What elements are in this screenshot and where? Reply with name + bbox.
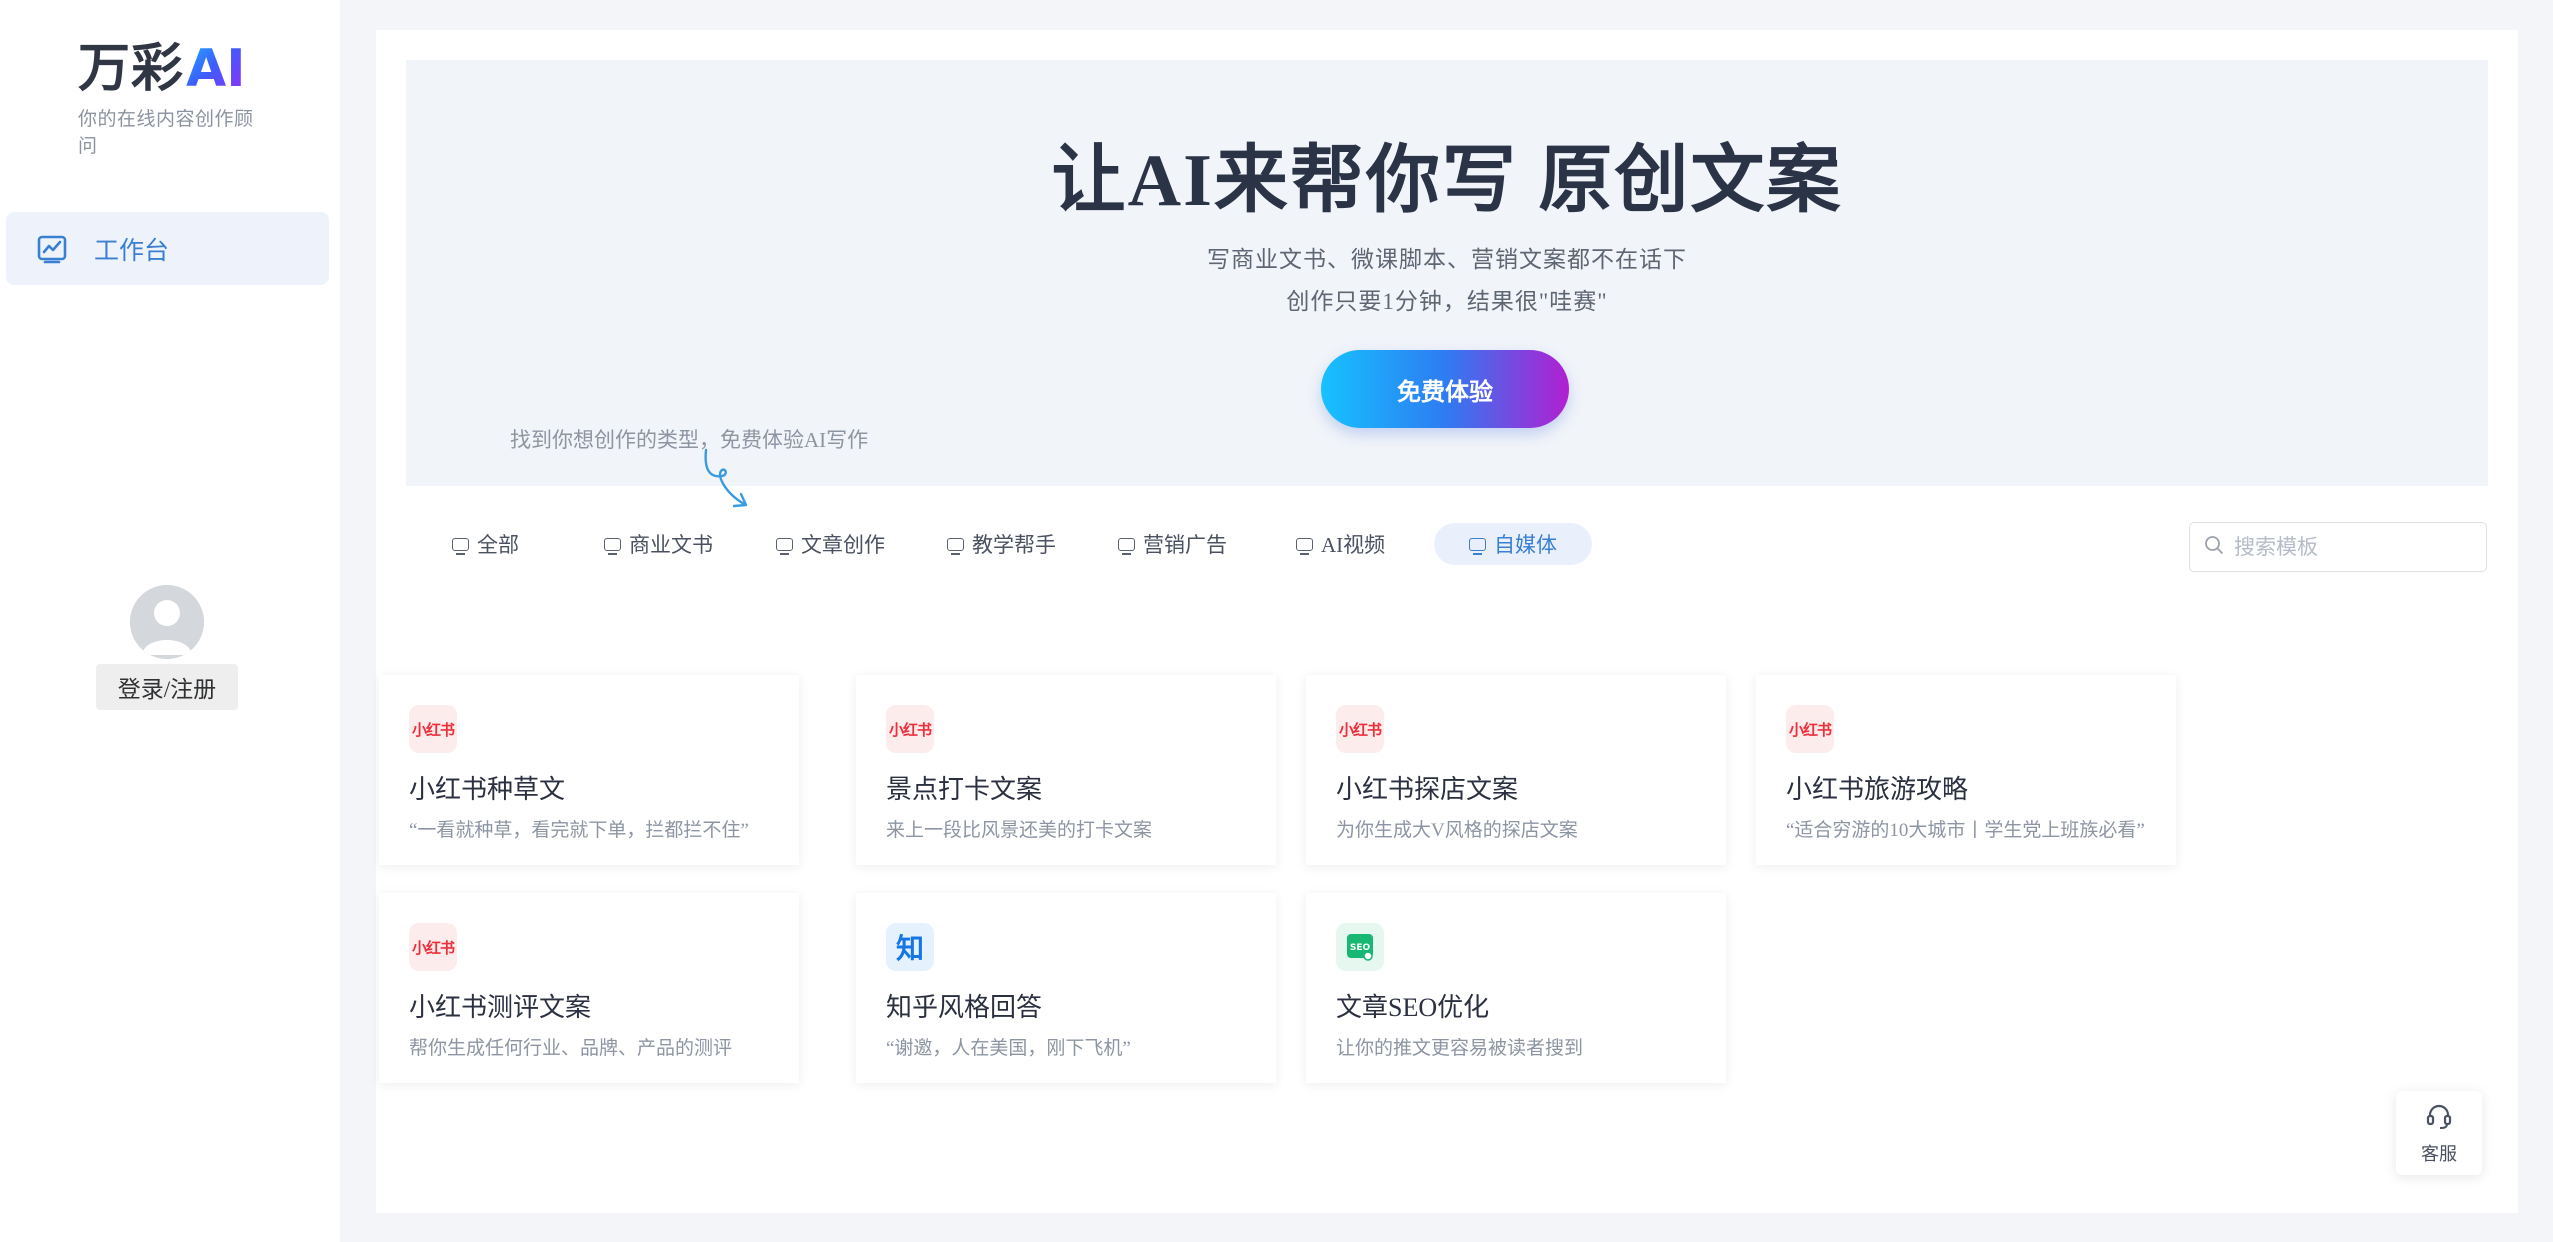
monitor-icon xyxy=(776,537,793,555)
sidebar-item-workbench[interactable]: 工作台 xyxy=(6,212,329,285)
free-trial-button[interactable]: 免费体验 xyxy=(1321,350,1569,428)
tab-ai-video[interactable]: AI视频 xyxy=(1280,523,1401,565)
template-card[interactable]: SEO 文章SEO优化 让你的推文更容易被读者搜到 xyxy=(1306,893,1726,1083)
hero-title: 让AI来帮你写 原创文案 xyxy=(1051,140,1843,222)
monitor-icon xyxy=(1296,537,1313,555)
card-description: 帮你生成任何行业、品牌、产品的测评 xyxy=(409,1038,733,1059)
hero-subtitle-line1: 写商业文书、微课脚本、营销文案都不在话下 xyxy=(1207,247,1687,272)
seo-icon: SEO xyxy=(1336,923,1384,971)
card-description: “适合穷游的10大城市丨学生党上班族必看” xyxy=(1786,820,2145,841)
tab-marketing-ads[interactable]: 营销广告 xyxy=(1102,523,1243,565)
xiaohongshu-icon: 小红书 xyxy=(1786,705,1834,753)
curved-arrow-icon xyxy=(702,448,752,515)
login-register-button[interactable]: 登录/注册 xyxy=(96,664,238,710)
headset-icon xyxy=(2424,1101,2454,1136)
tab-label: AI视频 xyxy=(1321,533,1386,557)
tab-label: 全部 xyxy=(477,533,519,557)
sidebar: 万彩 AI 你的在线内容创作顾问 工作台 登录/注册 xyxy=(0,0,340,1242)
tab-label: 文章创作 xyxy=(801,533,885,557)
monitor-icon xyxy=(452,537,469,555)
card-description: “谢邀，人在美国，刚下飞机” xyxy=(886,1038,1131,1059)
sidebar-item-label: 工作台 xyxy=(94,237,170,265)
customer-service-button[interactable]: 客服 xyxy=(2396,1091,2482,1175)
tab-label: 商业文书 xyxy=(629,533,713,557)
template-card[interactable]: 小红书 景点打卡文案 来上一段比风景还美的打卡文案 xyxy=(856,675,1276,865)
template-card[interactable]: 小红书 小红书种草文 “一看就种草，看完就下单，拦都拦不住” xyxy=(379,675,799,865)
tab-label: 自媒体 xyxy=(1494,533,1557,557)
xiaohongshu-icon: 小红书 xyxy=(409,705,457,753)
logo-wordmark: 万彩 AI xyxy=(78,38,268,100)
customer-service-label: 客服 xyxy=(2421,1143,2457,1164)
logo-tagline: 你的在线内容创作顾问 xyxy=(78,109,254,157)
template-card[interactable]: 知 知乎风格回答 “谢邀，人在美国，刚下飞机” xyxy=(856,893,1276,1083)
tab-article-writing[interactable]: 文章创作 xyxy=(760,523,901,565)
tab-all[interactable]: 全部 xyxy=(436,523,535,565)
hint-text: 找到你想创作的类型，免费体验AI写作 xyxy=(510,428,869,452)
monitor-icon xyxy=(604,537,621,555)
search-box[interactable] xyxy=(2189,522,2487,572)
search-input[interactable] xyxy=(2234,534,2474,560)
tab-teaching-helper[interactable]: 教学帮手 xyxy=(931,523,1072,565)
card-description: 来上一段比风景还美的打卡文案 xyxy=(886,820,1153,841)
hero-subtitle-line2: 创作只要1分钟，结果很"哇赛" xyxy=(1286,289,1608,314)
monitor-icon xyxy=(1118,537,1135,555)
monitor-icon xyxy=(947,537,964,555)
card-title: 小红书种草文 xyxy=(409,775,566,804)
zhihu-icon: 知 xyxy=(886,923,934,971)
card-description: 为你生成大V风格的探店文案 xyxy=(1336,820,1578,841)
template-card[interactable]: 小红书 小红书测评文案 帮你生成任何行业、品牌、产品的测评 xyxy=(379,893,799,1083)
xiaohongshu-icon: 小红书 xyxy=(409,923,457,971)
tab-label: 教学帮手 xyxy=(972,533,1056,557)
search-icon xyxy=(2204,535,2224,560)
main-panel: 让AI来帮你写 原创文案 写商业文书、微课脚本、营销文案都不在话下 创作只要1分… xyxy=(376,30,2518,1213)
card-title: 文章SEO优化 xyxy=(1336,993,1490,1022)
template-card[interactable]: 小红书 小红书探店文案 为你生成大V风格的探店文案 xyxy=(1306,675,1726,865)
xiaohongshu-icon: 小红书 xyxy=(886,705,934,753)
card-description: “一看就种草，看完就下单，拦都拦不住” xyxy=(409,820,749,841)
card-title: 小红书探店文案 xyxy=(1336,775,1519,804)
chart-line-icon xyxy=(36,233,68,265)
card-title: 小红书测评文案 xyxy=(409,993,592,1022)
tab-label: 营销广告 xyxy=(1143,533,1227,557)
card-title: 小红书旅游攻略 xyxy=(1786,775,1969,804)
card-title: 知乎风格回答 xyxy=(886,993,1043,1022)
monitor-icon xyxy=(1469,537,1486,555)
xiaohongshu-icon: 小红书 xyxy=(1336,705,1384,753)
logo-ai-text: AI xyxy=(186,39,246,99)
tab-self-media[interactable]: 自媒体 xyxy=(1434,523,1592,565)
logo-text: 万彩 xyxy=(78,39,185,99)
template-card[interactable]: 小红书 小红书旅游攻略 “适合穷游的10大城市丨学生党上班族必看” xyxy=(1756,675,2176,865)
logo[interactable]: 万彩 AI 你的在线内容创作顾问 xyxy=(78,38,268,158)
tab-business-docs[interactable]: 商业文书 xyxy=(588,523,729,565)
card-title: 景点打卡文案 xyxy=(886,775,1043,804)
card-description: 让你的推文更容易被读者搜到 xyxy=(1336,1038,1584,1059)
avatar[interactable] xyxy=(130,585,204,659)
